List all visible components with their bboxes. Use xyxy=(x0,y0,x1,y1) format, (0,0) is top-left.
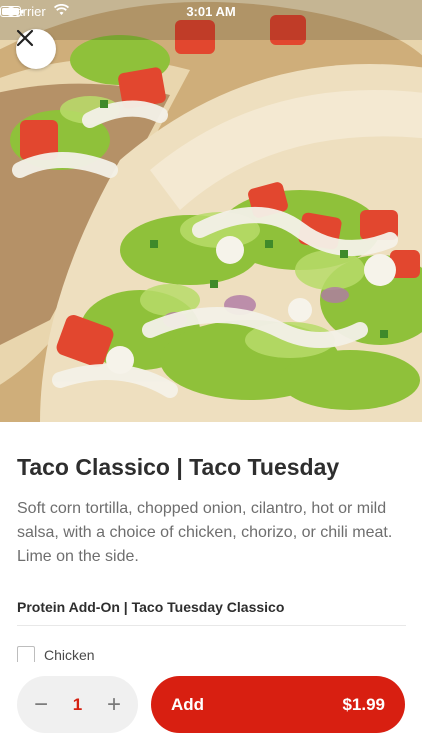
section-divider xyxy=(17,625,406,626)
addon-option-label: Chicken xyxy=(44,647,95,663)
increase-quantity-button[interactable]: + xyxy=(94,676,134,733)
item-description: Soft corn tortilla, chopped onion, cilan… xyxy=(17,500,393,565)
item-title: Taco Classico | Taco Tuesday xyxy=(17,454,340,480)
tacos-photo xyxy=(0,0,422,422)
addon-section-title: Protein Add-On | Taco Tuesday Classico xyxy=(17,599,285,615)
battery-icon xyxy=(0,6,24,17)
add-button-price: $1.99 xyxy=(342,695,385,714)
close-button[interactable] xyxy=(16,29,56,69)
bottom-action-bar: − 1 + Add $1.99 xyxy=(0,662,422,750)
quantity-stepper: − 1 + xyxy=(17,676,138,733)
add-button-label: Add xyxy=(171,695,205,714)
status-bar: Carrier 3:01 AM xyxy=(0,0,422,22)
add-to-cart-button[interactable]: Add $1.99 xyxy=(151,676,405,733)
status-time: 3:01 AM xyxy=(186,4,236,19)
close-icon xyxy=(16,29,34,47)
hero-image: Carrier 3:01 AM xyxy=(0,0,422,422)
